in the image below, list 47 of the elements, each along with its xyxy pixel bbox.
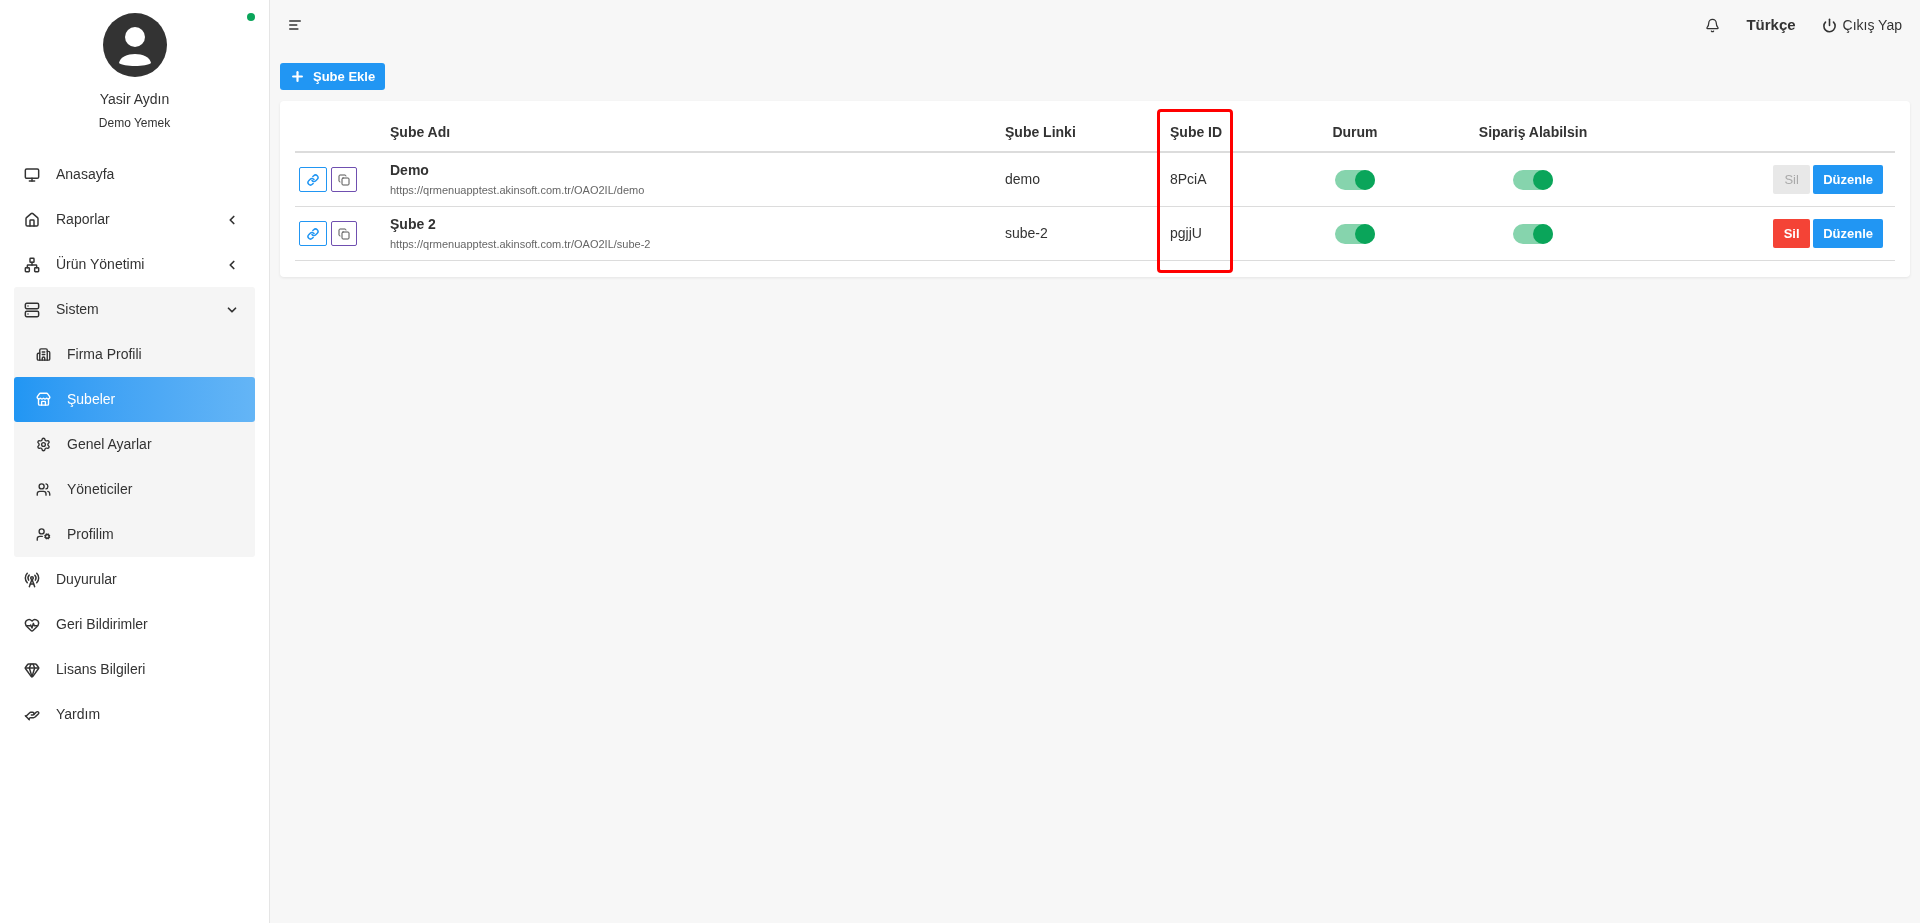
table-cell: 8PciA bbox=[1170, 171, 1207, 187]
sidebar-item[interactable]: Duyurular bbox=[0, 557, 269, 602]
copy-button[interactable] bbox=[331, 167, 357, 192]
company-name: Demo Yemek bbox=[98, 115, 171, 132]
language-selector[interactable]: Türkçe bbox=[1746, 13, 1796, 37]
power-icon bbox=[1821, 17, 1837, 33]
link-button[interactable] bbox=[299, 167, 327, 192]
user-name: Yasir Aydın bbox=[99, 90, 170, 109]
branch-name: Demo bbox=[390, 161, 430, 181]
avatar-icon bbox=[102, 13, 167, 77]
sidebar-item[interactable]: Anasayfa bbox=[0, 152, 269, 197]
table-cell: pgjjU bbox=[1170, 225, 1202, 241]
table-cell: demo bbox=[1005, 171, 1041, 187]
column-header: Şube Adı bbox=[390, 123, 451, 140]
toggle-switch[interactable] bbox=[1335, 223, 1375, 244]
bell-icon[interactable] bbox=[1705, 17, 1721, 33]
column-header: Sipariş Alabilsin bbox=[1478, 123, 1588, 140]
server-icon bbox=[24, 301, 40, 318]
submenu-item[interactable]: Genel Ayarlar bbox=[14, 422, 255, 467]
sidebar-item[interactable]: Sistem bbox=[14, 287, 255, 332]
submenu-item[interactable]: Profilim bbox=[14, 512, 255, 557]
copy-icon bbox=[338, 227, 350, 240]
logout-button[interactable]: Çıkış Yap bbox=[1821, 14, 1902, 36]
column-header: Şube Linki bbox=[1005, 123, 1076, 140]
copy-button[interactable] bbox=[331, 221, 357, 246]
submenu-item[interactable]: Yöneticiler bbox=[14, 467, 255, 512]
link-button[interactable] bbox=[299, 221, 327, 246]
link-icon bbox=[307, 173, 319, 186]
toggle-switch[interactable] bbox=[1335, 169, 1375, 190]
sidebar-item[interactable]: Ürün Yönetimi bbox=[0, 242, 269, 287]
plus-icon bbox=[290, 69, 305, 84]
delete-button[interactable]: Sil bbox=[1773, 219, 1811, 248]
link-icon bbox=[307, 227, 319, 240]
column-header: Durum bbox=[1332, 123, 1378, 140]
submenu-item[interactable]: Firma Profili bbox=[14, 332, 255, 377]
toggle-switch[interactable] bbox=[1513, 223, 1553, 244]
sidebar-item[interactable]: Lisans Bilgileri bbox=[0, 647, 269, 692]
branch-name: Şube 2 bbox=[390, 215, 437, 235]
sidebar-item[interactable]: Geri Bildirimler bbox=[0, 602, 269, 647]
column-header: Şube ID bbox=[1170, 123, 1223, 140]
branch-url: https://qrmenuapptest.akinsoft.com.tr/OAO2IL/demo bbox=[390, 183, 646, 199]
sidebar-item[interactable]: Yardım bbox=[0, 692, 269, 737]
branch-url: https://qrmenuapptest.akinsoft.com.tr/OAO2IL/sube-2 bbox=[390, 237, 652, 253]
sidebar-item[interactable]: Raporlar bbox=[0, 197, 269, 242]
copy-icon bbox=[338, 173, 350, 186]
toggle-switch[interactable] bbox=[1513, 169, 1553, 190]
table-cell: sube-2 bbox=[1005, 225, 1048, 241]
